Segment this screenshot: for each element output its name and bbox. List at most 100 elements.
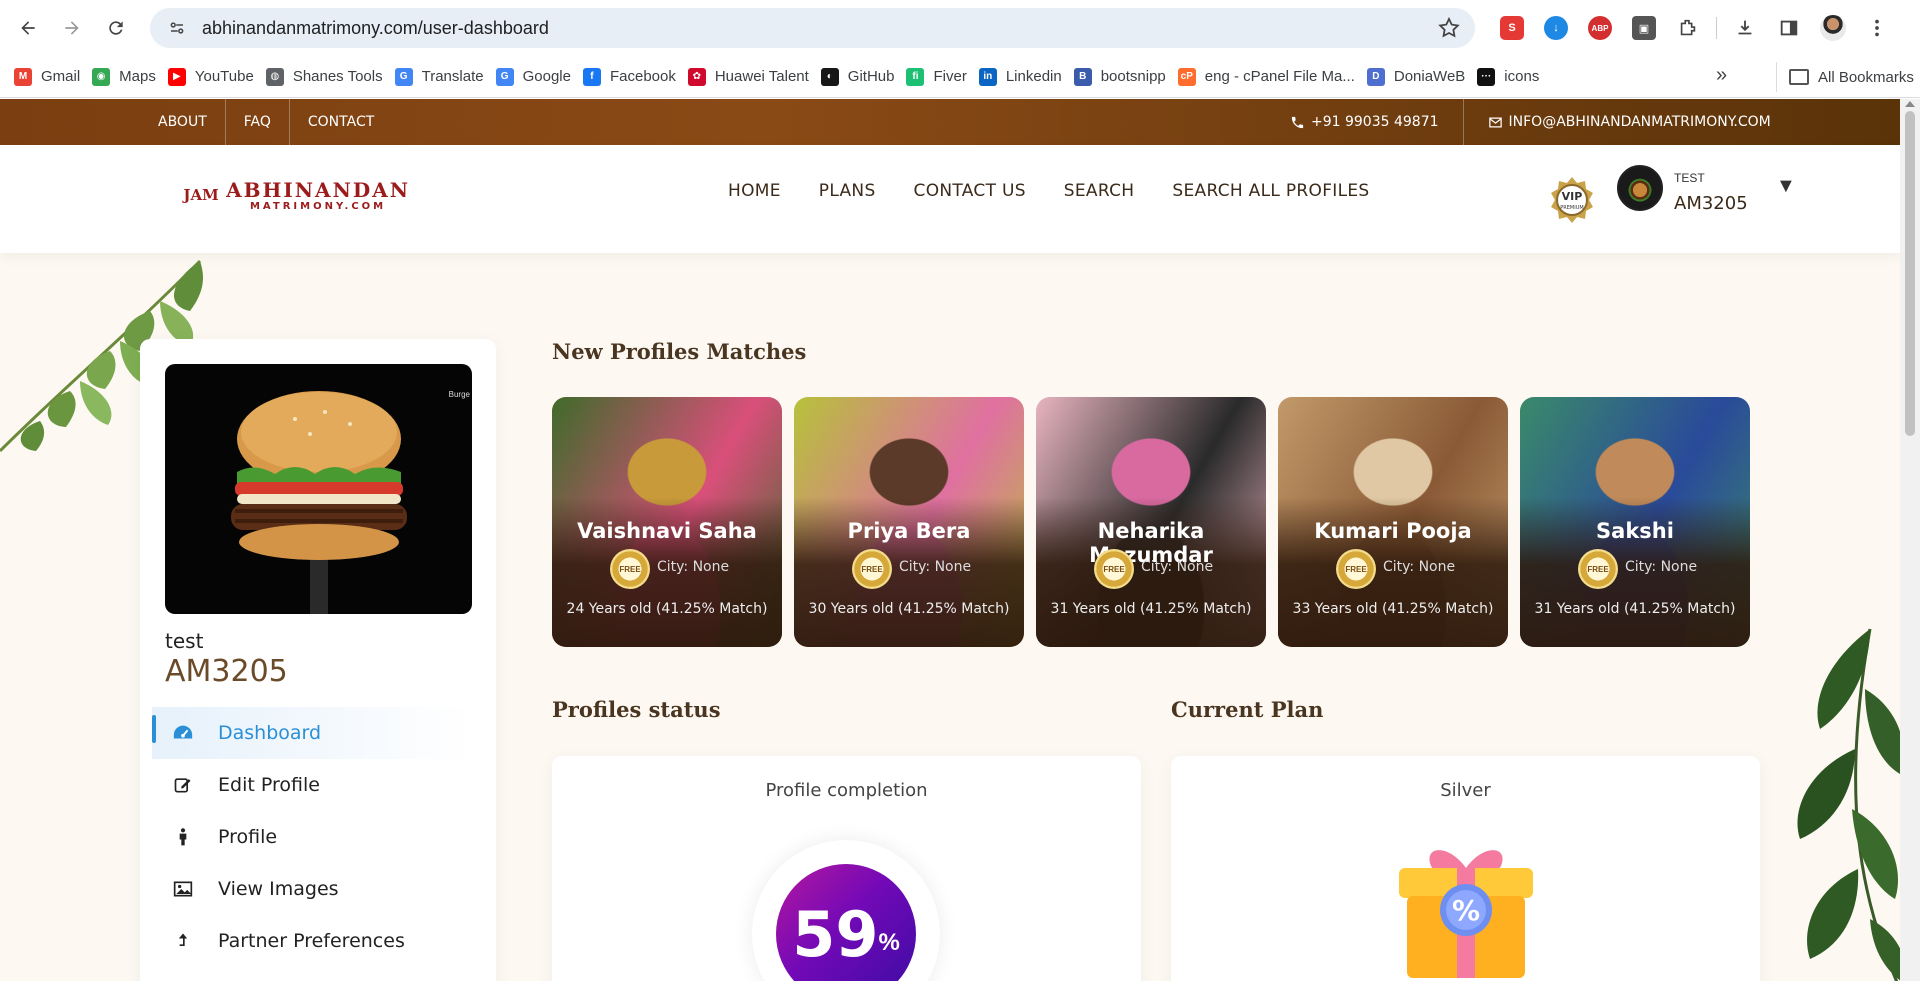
sidebar-item-partner-preferences[interactable]: Partner Preferences bbox=[152, 915, 472, 967]
site-info-icon[interactable] bbox=[164, 15, 190, 41]
bookmark-google[interactable]: G Google bbox=[495, 61, 583, 93]
profile-card[interactable]: Kumari Pooja FREE City: None 33 Years old (… bbox=[1278, 397, 1508, 647]
cpanel-icon: cP bbox=[1177, 67, 1196, 86]
chrome-menu-icon[interactable] bbox=[1855, 12, 1899, 44]
top-info-bar: ABOUT FAQ CONTACT +91 99035 49871 INFO@A… bbox=[0, 99, 1900, 145]
sidebar-item-label: View Images bbox=[218, 878, 339, 900]
burger-image-icon bbox=[231, 391, 407, 614]
bookmark-label: Huawei Talent bbox=[714, 68, 809, 85]
image-icon bbox=[172, 878, 194, 900]
profile-name[interactable]: Kumari Pooja bbox=[1278, 519, 1508, 543]
scrollbar-thumb[interactable] bbox=[1905, 111, 1915, 436]
download-helper-icon[interactable]: ↓ bbox=[1534, 12, 1578, 44]
profile-age-match: 24 Years old (41.25% Match) bbox=[566, 601, 768, 617]
forward-button[interactable] bbox=[52, 8, 92, 48]
bookmark-label: Fiver bbox=[933, 68, 967, 85]
bookmark-translate[interactable]: G Translate bbox=[394, 61, 496, 93]
bookmark-globe[interactable]: ◍ Shanes Tools bbox=[265, 61, 395, 93]
adblock-plus-icon[interactable]: ABP bbox=[1578, 12, 1622, 44]
bookmark-icons[interactable]: ··· icons bbox=[1477, 61, 1551, 93]
person-icon bbox=[172, 826, 194, 848]
url-text[interactable]: abhinandanmatrimony.com/user-dashboard bbox=[202, 18, 549, 39]
sidebar-item-edit-profile[interactable]: Edit Profile bbox=[152, 759, 472, 811]
web-page: ABOUT FAQ CONTACT +91 99035 49871 INFO@A… bbox=[0, 99, 1920, 981]
bootsnipp-icon: B bbox=[1073, 67, 1092, 86]
logo-subtitle: MATRIMONY.COM bbox=[249, 200, 387, 212]
nav-plans[interactable]: PLANS bbox=[819, 181, 876, 201]
profile-card[interactable]: Neharika Mazumdar FREE City: None 31 Years … bbox=[1036, 397, 1266, 647]
bookmark-cpanel[interactable]: cP eng - cPanel File Ma... bbox=[1177, 61, 1367, 93]
user-avatar[interactable] bbox=[1617, 165, 1663, 211]
completion-percent-sign: % bbox=[878, 929, 900, 956]
free-membership-badge-icon: FREE bbox=[1578, 549, 1618, 589]
profile-card[interactable]: Sakshi FREE City: None 31 Years old (41.25%… bbox=[1520, 397, 1750, 647]
bookmark-facebook[interactable]: f Facebook bbox=[582, 61, 688, 93]
sidebar-item-profile[interactable]: Profile bbox=[152, 811, 472, 863]
profile-city: City: None bbox=[657, 559, 730, 575]
sidebar-item-dashboard[interactable]: Dashboard bbox=[152, 707, 472, 759]
user-id: AM3205 bbox=[1674, 193, 1748, 214]
google-icon: G bbox=[495, 67, 514, 86]
dropdown-caret-icon[interactable]: ▼ bbox=[1776, 175, 1796, 198]
fiverr-icon: fi bbox=[906, 67, 925, 86]
sidebar-user-name: test bbox=[165, 629, 204, 653]
bookmark-label: Facebook bbox=[609, 68, 676, 85]
contact-link[interactable]: CONTACT bbox=[290, 99, 392, 145]
bookmark-bootsnipp[interactable]: Bbootsnipp bbox=[1073, 61, 1178, 93]
profile-age-match: 31 Years old (41.25% Match) bbox=[1534, 601, 1736, 617]
current-plan-title: Current Plan bbox=[1171, 697, 1324, 722]
profile-sidebar: Burge test AM3205 Dashboard Edit Profile… bbox=[140, 339, 496, 981]
all-bookmarks-button[interactable]: All Bookmarks bbox=[1776, 62, 1914, 92]
bookmark-maps[interactable]: ◉ Maps bbox=[92, 61, 168, 93]
scroll-up-arrow-icon[interactable] bbox=[1905, 101, 1915, 107]
profile-completion-label: Profile completion bbox=[765, 780, 928, 801]
gift-discount-icon: % bbox=[1399, 850, 1533, 978]
profile-name[interactable]: Vaishnavi Saha bbox=[552, 519, 782, 543]
extension-red-icon[interactable]: S bbox=[1490, 12, 1534, 44]
email-link[interactable]: INFO@ABHINANDANMATRIMONY.COM bbox=[1488, 99, 1795, 145]
address-bar[interactable]: abhinandanmatrimony.com/user-dashboard bbox=[150, 8, 1475, 48]
photo-watermark-text: Burge bbox=[448, 390, 470, 399]
robot-extension-icon[interactable]: ▣ bbox=[1622, 12, 1666, 44]
profile-card[interactable]: Vaishnavi Saha FREE City: None 24 Years old… bbox=[552, 397, 782, 647]
profile-card[interactable]: Priya Bera FREE City: None 30 Years old (41… bbox=[794, 397, 1024, 647]
bookmark-fiverr[interactable]: fi Fiver bbox=[906, 61, 978, 93]
bookmark-doniaweb[interactable]: D DoniaWeB bbox=[1366, 61, 1477, 93]
bookmark-huawei[interactable]: ✿ Huawei Talent bbox=[687, 61, 821, 93]
back-button[interactable] bbox=[8, 8, 48, 48]
side-panel-icon[interactable] bbox=[1767, 12, 1811, 44]
more-bookmarks-icon[interactable]: » bbox=[1716, 64, 1727, 87]
upload-icon bbox=[172, 930, 194, 952]
nav-contact-us[interactable]: CONTACT US bbox=[914, 181, 1026, 201]
downloads-icon[interactable] bbox=[1723, 12, 1767, 44]
phone-icon bbox=[1291, 116, 1304, 128]
page-scrollbar[interactable] bbox=[1900, 99, 1920, 981]
nav-search-all-profiles[interactable]: SEARCH ALL PROFILES bbox=[1172, 181, 1369, 201]
bookmarks-bar: M Gmail ◉ Maps ▶ YouTube ◍ Shanes Tools G Transla… bbox=[0, 56, 1920, 98]
puzzle-extensions-icon[interactable] bbox=[1666, 12, 1710, 44]
sidebar-item-view-images[interactable]: View Images bbox=[152, 863, 472, 915]
nav-search[interactable]: SEARCH bbox=[1064, 181, 1135, 201]
back-arrow-icon bbox=[21, 21, 35, 35]
free-membership-badge-icon: FREE bbox=[1336, 549, 1376, 589]
faq-link[interactable]: FAQ bbox=[226, 99, 290, 145]
svg-text:%: % bbox=[1452, 894, 1480, 927]
bookmark-youtube[interactable]: ▶ YouTube bbox=[167, 61, 266, 93]
profile-avatar-icon[interactable] bbox=[1811, 12, 1855, 44]
phone-link[interactable]: +91 99035 49871 bbox=[1290, 99, 1464, 145]
bookmark-label: Translate bbox=[421, 68, 484, 85]
toolbar-divider bbox=[1716, 17, 1717, 39]
nav-home[interactable]: HOME bbox=[728, 181, 781, 201]
bookmark-star-icon[interactable] bbox=[1437, 16, 1461, 40]
profile-age-match: 31 Years old (41.25% Match) bbox=[1050, 601, 1252, 617]
user-menu[interactable]: TEST AM3205 bbox=[1674, 171, 1748, 214]
profile-photo[interactable]: Burge bbox=[165, 364, 472, 614]
bookmark-gmail[interactable]: M Gmail bbox=[14, 61, 92, 93]
about-link[interactable]: ABOUT bbox=[140, 99, 226, 145]
site-logo[interactable]: JAM ABHINANDAN MATRIMONY.COM bbox=[180, 167, 410, 223]
bookmark-linkedin[interactable]: in Linkedin bbox=[978, 61, 1074, 93]
bookmark-github[interactable]: ◐ GitHub bbox=[820, 61, 907, 93]
profile-name[interactable]: Priya Bera bbox=[794, 519, 1024, 543]
profile-name[interactable]: Sakshi bbox=[1520, 519, 1750, 543]
reload-button[interactable] bbox=[96, 8, 136, 48]
